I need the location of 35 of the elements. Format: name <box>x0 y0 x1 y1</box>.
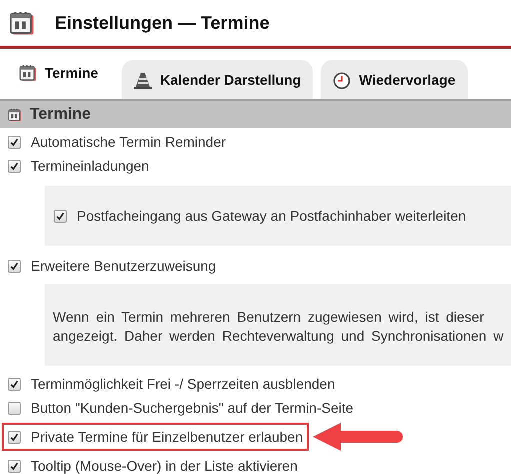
checkbox[interactable] <box>8 430 21 444</box>
checkbox[interactable] <box>8 136 21 148</box>
checkbox[interactable] <box>8 160 21 172</box>
checkbox[interactable] <box>8 402 21 414</box>
tab[interactable]: Kalender Darstellung <box>122 60 314 99</box>
cone-icon <box>134 72 152 90</box>
checkmark-icon <box>56 212 65 220</box>
checkbox[interactable] <box>8 378 21 390</box>
calendar-icon <box>19 64 37 82</box>
option-label: Button "Kunden-Suchergebnis" auf der Termin-Seite <box>31 398 354 418</box>
option-label: Tooltip (Mouse-Over) in der Liste aktivieren <box>31 456 298 474</box>
calendar-icon <box>8 108 22 122</box>
checkbox[interactable] <box>8 260 21 272</box>
option-label: Termineinladungen <box>31 156 150 176</box>
info-text: Wenn ein Termin mehreren Benutzern zugewiesen wird, ist dieser <box>53 308 486 327</box>
checkmark-icon <box>10 432 19 442</box>
tab[interactable]: Wiedervorlage <box>321 60 468 99</box>
option-label: Private Termine für Einzelbenutzer erlauben <box>31 428 304 446</box>
checkmark-icon <box>10 138 19 146</box>
option-label: Terminmöglichkeit Frei -/ Sperrzeiten ausblenden <box>31 374 336 394</box>
option-label: Erweitere Benutzerzuweisung <box>31 256 216 276</box>
arrow-icon <box>311 420 404 454</box>
window-title: Einstellungen — Termine <box>55 12 270 35</box>
info-text: angezeigt. Daher werden Rechteverwaltung und Synchronisationen w <box>53 327 503 346</box>
checkmark-icon <box>10 462 19 470</box>
option-label: Automatische Termin Reminder <box>31 132 226 152</box>
checkbox[interactable] <box>8 460 21 472</box>
checkmark-icon <box>10 262 19 270</box>
checkbox[interactable] <box>54 210 67 222</box>
calendar-icon <box>9 10 35 36</box>
option-label: Postfacheingang aus Gateway an Postfachinhaber weiterleiten <box>77 206 466 226</box>
checkmark-icon <box>10 380 19 388</box>
clock-icon <box>333 72 352 90</box>
checkmark-icon <box>10 162 19 170</box>
section-title: Termine <box>30 104 92 124</box>
